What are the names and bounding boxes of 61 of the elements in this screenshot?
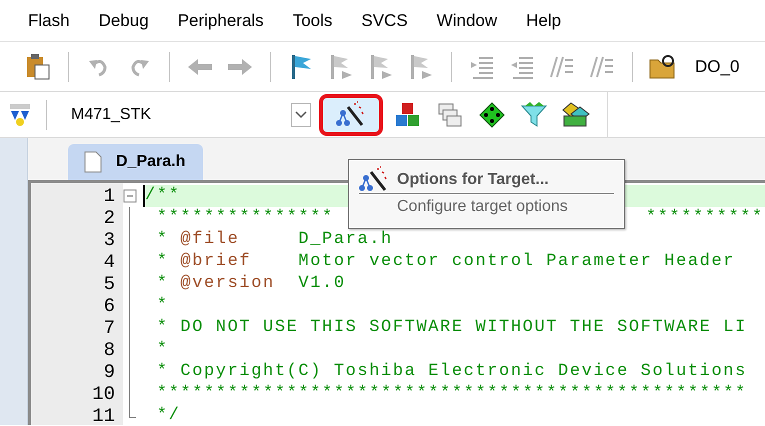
- fold-toggle-icon[interactable]: [123, 189, 137, 203]
- code-comment: **********: [646, 207, 764, 229]
- menu-item[interactable]: Peripherals: [178, 10, 264, 30]
- file-tab[interactable]: D_Para.h: [68, 144, 203, 180]
- diamond-icon: [479, 102, 505, 128]
- line-number: 7: [102, 317, 116, 339]
- tab-label: D_Para.h: [116, 153, 186, 171]
- tooltip-description: Configure target options: [396, 197, 569, 216]
- options-button[interactable]: [319, 94, 383, 136]
- tooltip-title: Options for Target...: [397, 170, 549, 188]
- code-comment: *: [156, 339, 169, 361]
- blocks-icon: [395, 102, 421, 128]
- line-number: 5: [102, 273, 116, 295]
- flag-icon: [289, 52, 313, 80]
- file-icon: [84, 151, 102, 173]
- target-dropdown[interactable]: M471_STK: [61, 100, 311, 130]
- packs-icon: [562, 102, 590, 128]
- code-comment: */: [156, 405, 180, 425]
- line-number: 1: [102, 185, 116, 207]
- code-comment: ***************: [156, 207, 334, 229]
- right-arrow-icon: [226, 56, 254, 76]
- code-comment: *: [156, 273, 170, 295]
- code-comment: * Copyright(C) Toshiba Electronic Device Solutions: [156, 361, 747, 383]
- code-comment: *: [156, 295, 169, 317]
- flag-icon: [408, 52, 434, 80]
- line-number: 2: [102, 207, 116, 229]
- clipboard-icon: [25, 52, 51, 80]
- funnel-icon: [520, 102, 548, 128]
- wand-icon: [336, 100, 366, 128]
- code-comment: V1.0: [297, 273, 346, 295]
- code-comment: D_Para.h: [297, 229, 393, 251]
- line-number: 11: [91, 405, 116, 425]
- download-icon[interactable]: [8, 102, 32, 128]
- doc-tag: @version: [180, 273, 275, 295]
- line-number: 6: [102, 295, 116, 317]
- menu-item[interactable]: SVCS: [361, 10, 408, 30]
- code-comment: Motor vector control Parameter Header: [297, 251, 736, 273]
- line-number: 8: [102, 339, 116, 361]
- code-comment: **************************************************: [156, 383, 747, 405]
- menu-item[interactable]: Window: [436, 10, 498, 30]
- flag-icon: [368, 52, 394, 80]
- menu-item[interactable]: Debug: [98, 10, 149, 30]
- line-number: 10: [91, 383, 116, 405]
- find-text: DO_0: [695, 56, 740, 76]
- code-comment: *: [156, 229, 170, 251]
- code-comment: /**: [145, 185, 180, 207]
- flag-icon: [328, 52, 354, 80]
- line-number: 9: [102, 361, 116, 383]
- windows-icon: [437, 102, 463, 128]
- wand-icon: [359, 166, 389, 194]
- doc-tag: @file: [180, 229, 240, 251]
- menu-item[interactable]: Tools: [292, 10, 332, 30]
- menu-item[interactable]: Flash: [28, 10, 70, 30]
- doc-tag: @brief: [180, 251, 252, 273]
- chevron-icon: [295, 110, 307, 118]
- code-comment: * DO NOT USE THIS SOFTWARE WITHOUT THE SOFTWARE LI: [156, 317, 747, 339]
- menu-item[interactable]: Help: [526, 10, 562, 30]
- line-number: 4: [102, 251, 116, 273]
- left-arrow-icon: [186, 56, 214, 76]
- line-number: 3: [102, 229, 116, 251]
- code-comment: *: [156, 251, 170, 273]
